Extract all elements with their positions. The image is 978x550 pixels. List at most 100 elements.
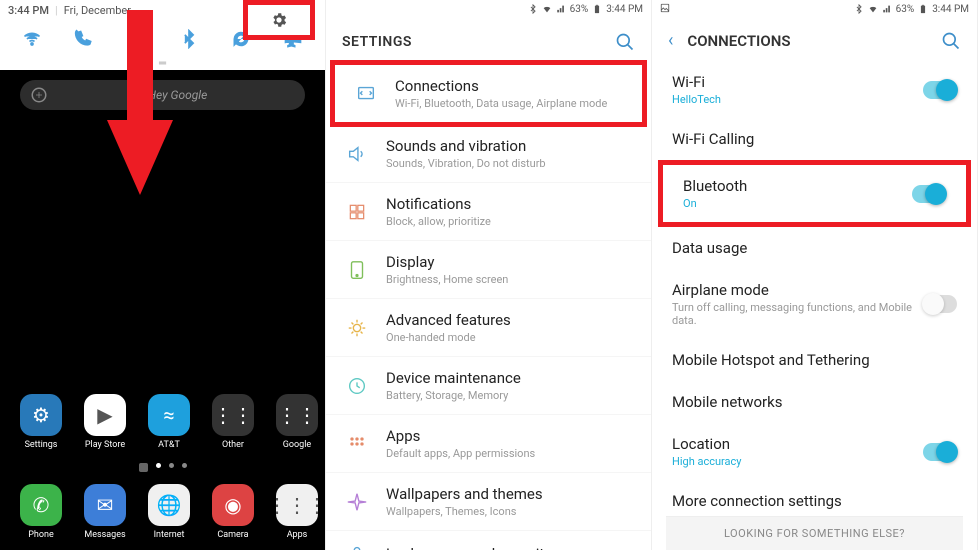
app-apps[interactable]: ⋮⋮⋮Apps	[274, 484, 320, 540]
homescreen: Hey Google ⚙Settings▶Play Store≈AT&T⋮⋮Ot…	[0, 70, 325, 550]
app-other[interactable]: ⋮⋮Other	[210, 394, 256, 450]
settings-item-sounds-and-vibration[interactable]: Sounds and vibration Sounds, Vibration, D…	[326, 125, 651, 183]
settings-gear-highlight-box	[243, 0, 315, 40]
connection-item-sub: On	[683, 197, 912, 210]
toggle-switch[interactable]	[923, 295, 957, 313]
app-row-1: ⚙Settings ▶Play Store ≈AT&T ⋮⋮Other ⋮⋮Google	[18, 394, 320, 450]
settings-item-icon	[342, 543, 372, 550]
settings-item-sub: Wi-Fi, Bluetooth, Data usage, Airplane m…	[395, 97, 626, 110]
bluetooth-status-icon	[854, 4, 864, 14]
connection-item-mobile-hotspot-and-tethering[interactable]: Mobile Hotspot and Tethering	[652, 339, 977, 381]
toggle-switch[interactable]	[923, 443, 957, 461]
settings-item-device-maintenance[interactable]: Device maintenanceBattery, Storage, Memo…	[326, 357, 651, 415]
connection-item-name: Wi-Fi	[672, 73, 923, 91]
phone-2-settings: 63% 3:44 PM SETTINGS Connections Wi-Fi, B…	[326, 0, 652, 550]
wifi-status-icon	[542, 4, 552, 14]
google-logo-icon	[30, 86, 48, 104]
status-time: 3:44 PM	[932, 4, 969, 15]
signal-status-icon	[556, 4, 566, 14]
settings-item-wallpapers-and-themes[interactable]: Wallpapers and themes Wallpapers, Themes,…	[326, 473, 651, 531]
settings-item-name: Notifications	[386, 195, 635, 213]
settings-item-sub: Sounds, Vibration, Do not disturb	[386, 157, 635, 170]
app-messages[interactable]: ✉Messages	[82, 484, 128, 540]
connection-item-name: Wi-Fi Calling	[672, 130, 957, 148]
settings-item-icon	[342, 202, 372, 222]
gear-icon[interactable]	[270, 11, 288, 29]
settings-item-icon	[342, 317, 372, 339]
connection-item-name: Bluetooth	[683, 177, 912, 195]
settings-item-icon	[342, 434, 372, 454]
connection-item-name: More connection settings	[672, 492, 957, 510]
settings-item-sub: One-handed mode	[386, 331, 635, 344]
connection-item-sub: High accuracy	[672, 455, 923, 468]
settings-item-notifications[interactable]: Notifications Block, allow, prioritize	[326, 183, 651, 241]
bluetooth-icon[interactable]	[179, 29, 199, 49]
settings-item-sub: Block, allow, prioritize	[386, 215, 635, 228]
connection-item-location[interactable]: Location High accuracy	[652, 423, 977, 480]
settings-item-name: Device maintenance	[386, 369, 635, 387]
connection-item-name: Airplane mode	[672, 281, 923, 299]
app-camera[interactable]: ◉Camera	[210, 484, 256, 540]
connection-item-airplane-mode[interactable]: Airplane mode Turn off calling, messaging…	[652, 269, 977, 339]
settings-item-apps[interactable]: AppsDefault apps, App permissions	[326, 415, 651, 473]
settings-item-icon	[342, 491, 372, 513]
settings-item-icon	[342, 143, 372, 165]
connections-title: CONNECTIONS	[687, 32, 927, 50]
settings-item-connections[interactable]: Connections Wi-Fi, Bluetooth, Data usage,…	[330, 60, 647, 127]
wifi-icon[interactable]	[22, 29, 42, 49]
settings-list: Connections Wi-Fi, Bluetooth, Data usage,…	[326, 60, 651, 550]
page-indicator	[0, 463, 325, 472]
settings-item-name: Advanced features	[386, 311, 635, 329]
settings-item-icon	[342, 259, 372, 281]
connection-item-sub: Turn off calling, messaging functions, a…	[672, 301, 923, 327]
settings-item-name: Connections	[395, 77, 626, 95]
app-play-store[interactable]: ▶Play Store	[82, 394, 128, 450]
battery-percent: 63%	[896, 4, 915, 15]
connection-item-sub: HelloTech	[672, 93, 923, 106]
search-icon[interactable]	[941, 31, 961, 51]
picture-status-icon	[660, 3, 670, 13]
settings-title: SETTINGS	[342, 34, 412, 50]
back-icon[interactable]: ‹	[668, 30, 673, 51]
phone-icon[interactable]	[74, 29, 94, 49]
settings-item-name: Sounds and vibration	[386, 137, 635, 155]
connection-item-name: Mobile networks	[672, 393, 957, 411]
connection-item-wi-fi[interactable]: Wi-Fi HelloTech	[652, 61, 977, 118]
battery-icon	[592, 4, 602, 14]
dock-row: ✆Phone ✉Messages 🌐Internet ◉Camera ⋮⋮⋮Apps	[18, 484, 320, 540]
bluetooth-status-icon	[528, 4, 538, 14]
connection-item-name: Location	[672, 435, 923, 453]
wifi-status-icon	[868, 4, 878, 14]
settings-item-display[interactable]: DisplayBrightness, Home screen	[326, 241, 651, 299]
settings-item-name: Display	[386, 253, 635, 271]
search-icon[interactable]	[615, 32, 635, 52]
settings-item-icon	[351, 83, 381, 105]
settings-item-icon	[342, 375, 372, 397]
battery-percent: 63%	[570, 4, 589, 15]
connections-list: Wi-Fi HelloTech Wi-Fi Calling Bluetooth On Da…	[652, 61, 977, 522]
settings-item-sub: Default apps, App permissions	[386, 447, 635, 460]
settings-item-name: Wallpapers and themes	[386, 485, 635, 503]
phone-3-connections: 63% 3:44 PM ‹ CONNECTIONS Wi-Fi HelloTech…	[652, 0, 978, 550]
app-settings[interactable]: ⚙Settings	[18, 394, 64, 450]
app-google[interactable]: ⋮⋮Google	[274, 394, 320, 450]
settings-item-advanced-features[interactable]: Advanced features One-handed mode	[326, 299, 651, 357]
battery-icon	[918, 4, 928, 14]
settings-item-sub: Wallpapers, Themes, Icons	[386, 505, 635, 518]
connection-item-data-usage[interactable]: Data usage	[652, 227, 977, 269]
connection-item-wi-fi-calling[interactable]: Wi-Fi Calling	[652, 118, 977, 160]
settings-item-name: Lock screen and security	[386, 545, 635, 550]
app-at&t[interactable]: ≈AT&T	[146, 394, 192, 450]
connection-item-mobile-networks[interactable]: Mobile networks	[652, 381, 977, 423]
toggle-switch[interactable]	[923, 81, 957, 99]
connection-item-bluetooth[interactable]: Bluetooth On	[663, 165, 966, 222]
statusbar: 63% 3:44 PM	[326, 0, 651, 18]
app-internet[interactable]: 🌐Internet	[146, 484, 192, 540]
footer-hint[interactable]: LOOKING FOR SOMETHING ELSE?	[666, 516, 963, 550]
red-arrow-down-icon	[100, 10, 180, 200]
toggle-switch[interactable]	[912, 185, 946, 203]
app-phone[interactable]: ✆Phone	[18, 484, 64, 540]
connection-item-name: Mobile Hotspot and Tethering	[672, 351, 957, 369]
settings-item-lock-screen-and-security[interactable]: Lock screen and security	[326, 531, 651, 550]
status-time: 3:44 PM	[8, 4, 49, 17]
